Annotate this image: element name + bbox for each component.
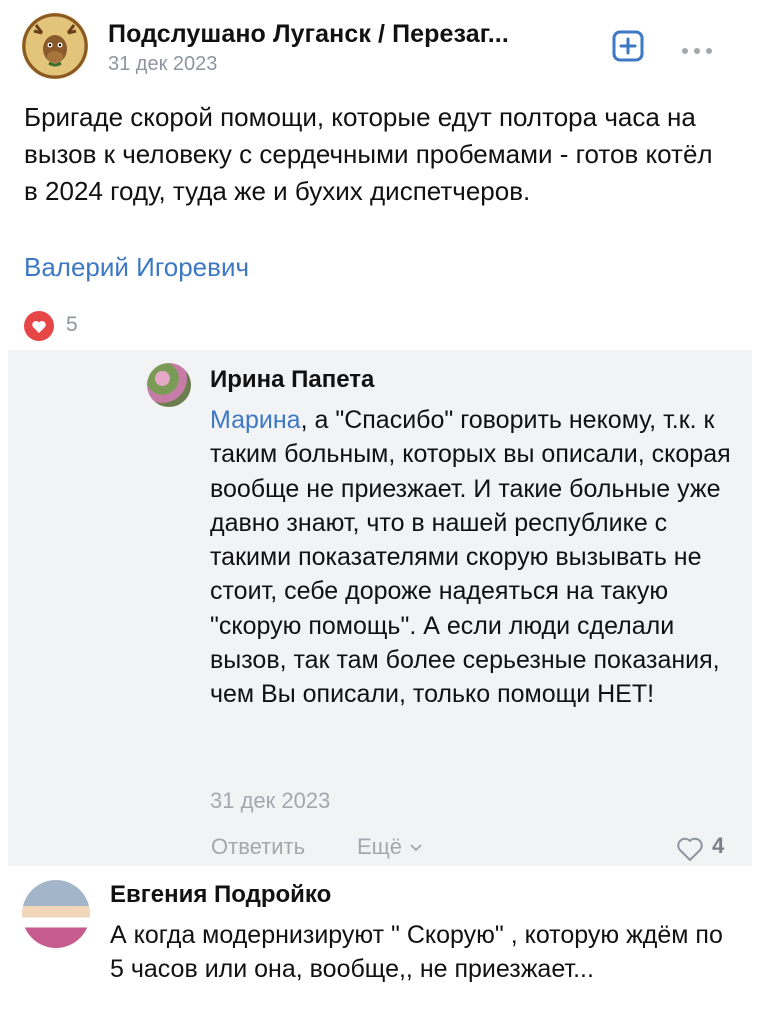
post-text: Бригаде скорой помощи, которые едут полт… bbox=[24, 102, 713, 206]
comment2-author[interactable]: Евгения Подройко bbox=[110, 881, 331, 909]
post-author-link[interactable]: Валерий Игоревич bbox=[24, 252, 249, 283]
heart-outline-icon bbox=[677, 837, 703, 861]
reply-date: 31 дек 2023 bbox=[210, 788, 331, 813]
plus-square-icon bbox=[612, 30, 644, 62]
reply-more-label: Ещё bbox=[357, 834, 403, 859]
reply-mention-link[interactable]: Марина bbox=[210, 406, 301, 434]
more-dots-icon bbox=[682, 48, 712, 54]
reply-body: , а "Спасибо" говорить некому, т.к. к та… bbox=[210, 406, 731, 709]
heart-filled-icon bbox=[24, 311, 54, 341]
group-avatar[interactable] bbox=[22, 13, 88, 79]
reply-text: Марина, а "Спасибо" говорить некому, т.к… bbox=[210, 403, 740, 712]
group-name[interactable]: Подслушано Луганск / Перезаг... bbox=[108, 20, 509, 49]
subscribe-button[interactable] bbox=[612, 30, 644, 62]
more-options-button[interactable] bbox=[680, 36, 714, 62]
like-button[interactable] bbox=[24, 311, 54, 341]
chevron-down-icon bbox=[410, 844, 422, 852]
reply-like-button[interactable] bbox=[676, 836, 704, 862]
moose-logo-icon bbox=[22, 13, 88, 79]
reply-button[interactable]: Ответить bbox=[211, 834, 305, 860]
post-date: 31 дек 2023 bbox=[108, 53, 218, 75]
reply-avatar[interactable] bbox=[147, 363, 191, 407]
comment2-text: А когда модернизируют " Скорую" , котору… bbox=[110, 921, 723, 983]
reply-more-button[interactable]: Ещё bbox=[357, 834, 422, 860]
like-count: 5 bbox=[66, 313, 78, 336]
reply-like-count: 4 bbox=[712, 833, 725, 858]
reply-author[interactable]: Ирина Папета bbox=[210, 366, 374, 394]
comment2-avatar[interactable] bbox=[22, 880, 90, 948]
